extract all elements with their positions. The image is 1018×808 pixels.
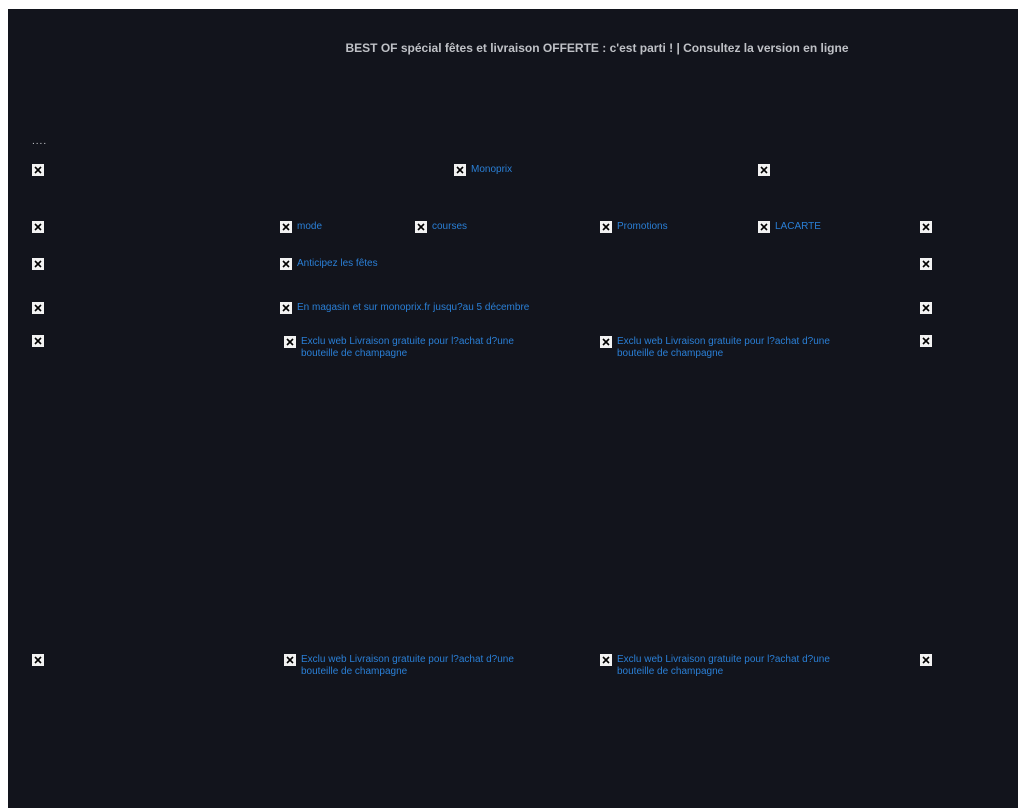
broken-image-icon — [758, 164, 770, 176]
broken-image-icon — [32, 258, 44, 270]
broken-image-icon — [280, 221, 292, 233]
promo-title[interactable]: Anticipez les fêtes — [297, 258, 378, 270]
offer-text-line2[interactable]: bouteille de champagne — [617, 666, 830, 678]
nav-item-lacarte[interactable]: LACARTE — [758, 221, 821, 233]
offer-text-line1[interactable]: Exclu web Livraison gratuite pour l?acha… — [617, 654, 830, 666]
offer-card-2[interactable]: Exclu web Livraison gratuite pour l?acha… — [600, 336, 870, 360]
broken-image-icon — [920, 302, 932, 314]
broken-image-icon — [32, 654, 44, 666]
broken-image-icon — [284, 654, 296, 666]
broken-image-icon — [454, 164, 466, 176]
offer-text-line1[interactable]: Exclu web Livraison gratuite pour l?acha… — [301, 336, 514, 348]
offer-card-3[interactable]: Exclu web Livraison gratuite pour l?acha… — [284, 654, 554, 678]
broken-image-icon — [280, 258, 292, 270]
offer-text-line1[interactable]: Exclu web Livraison gratuite pour l?acha… — [617, 336, 830, 348]
logo-link[interactable]: Monoprix — [454, 164, 512, 176]
nav-link-mode[interactable]: mode — [297, 221, 322, 233]
broken-image-icon — [600, 221, 612, 233]
broken-image-icon — [758, 221, 770, 233]
nav-link-promotions[interactable]: Promotions — [617, 221, 668, 233]
offer-card-4[interactable]: Exclu web Livraison gratuite pour l?acha… — [600, 654, 870, 678]
promo-subtitle[interactable]: En magasin et sur monoprix.fr jusqu?au 5… — [297, 302, 529, 314]
offer-text-line2[interactable]: bouteille de champagne — [301, 348, 514, 360]
promo-title-link[interactable]: Anticipez les fêtes — [280, 258, 378, 270]
email-frame: BEST OF spécial fêtes et livraison OFFER… — [8, 9, 1018, 808]
broken-image-icon — [920, 654, 932, 666]
offer-text-line1[interactable]: Exclu web Livraison gratuite pour l?acha… — [301, 654, 514, 666]
broken-image-icon — [920, 221, 932, 233]
broken-image-icon — [600, 336, 612, 348]
offer-text-line2[interactable]: bouteille de champagne — [617, 348, 830, 360]
broken-image-icon — [284, 336, 296, 348]
broken-image-icon — [32, 302, 44, 314]
nav-item-mode[interactable]: mode — [280, 221, 322, 233]
offer-card-1[interactable]: Exclu web Livraison gratuite pour l?acha… — [284, 336, 554, 360]
broken-image-icon — [32, 335, 44, 347]
image-placeholder-dots: .... — [32, 136, 48, 147]
broken-image-icon — [920, 258, 932, 270]
nav-item-courses[interactable]: courses — [415, 221, 467, 233]
broken-image-icon — [32, 221, 44, 233]
broken-image-icon — [600, 654, 612, 666]
broken-image-icon — [32, 164, 44, 176]
offer-text-line2[interactable]: bouteille de champagne — [301, 666, 514, 678]
monoprix-logo-link[interactable]: Monoprix — [471, 164, 512, 176]
nav-item-promotions[interactable]: Promotions — [600, 221, 668, 233]
promo-subtitle-link[interactable]: En magasin et sur monoprix.fr jusqu?au 5… — [280, 302, 529, 314]
broken-image-icon — [415, 221, 427, 233]
nav-link-courses[interactable]: courses — [432, 221, 467, 233]
nav-link-lacarte[interactable]: LACARTE — [775, 221, 821, 233]
broken-image-icon — [280, 302, 292, 314]
preheader-text[interactable]: BEST OF spécial fêtes et livraison OFFER… — [8, 41, 1018, 55]
broken-image-icon — [920, 335, 932, 347]
